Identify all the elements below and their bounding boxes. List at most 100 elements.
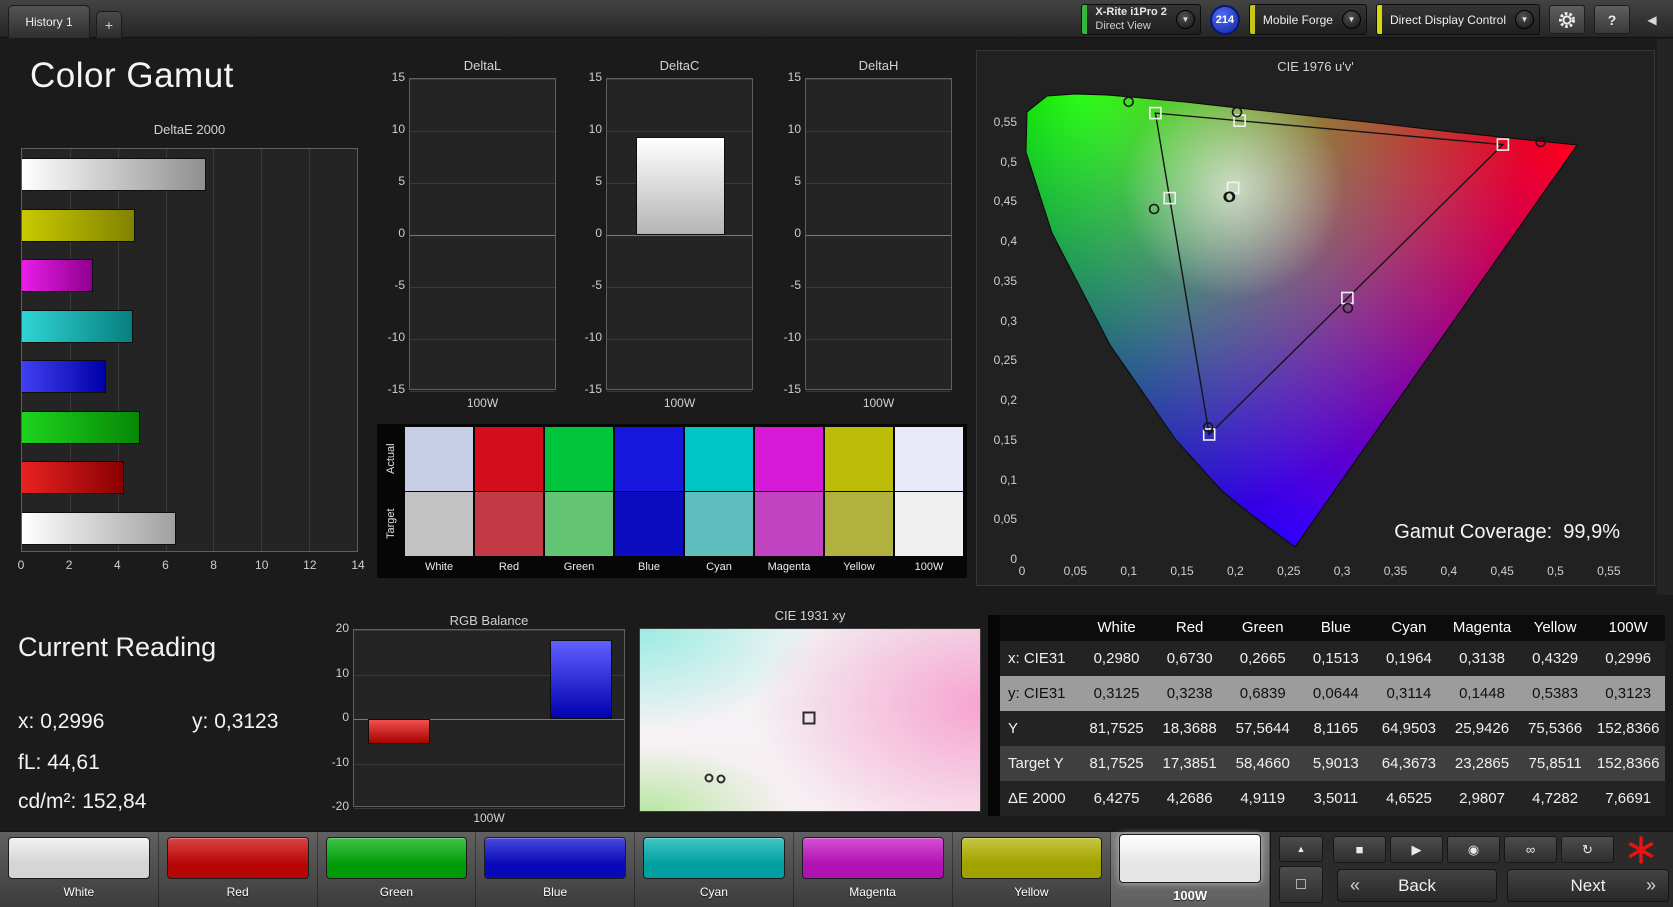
table-row[interactable]: Y 81,7525 18,3688 57,5644 8,1165 64,9503 25,94…: [1000, 711, 1665, 746]
grid-line: [261, 149, 263, 551]
rgb-y-labels: 20 10 0 -10 -20: [322, 613, 349, 827]
next-label: Next: [1570, 875, 1606, 895]
meter-dropdown-button[interactable]: ▼: [1175, 10, 1195, 29]
source-dropdown-button[interactable]: ▼: [1341, 10, 1361, 29]
table-cell: 0,6730: [1166, 650, 1213, 667]
collapse-bottom-panel-button[interactable]: ▲: [1279, 836, 1323, 862]
y-tick-label: 15: [588, 70, 602, 84]
table-row[interactable]: y: CIE31 0,3125 0,3238 0,6839 0,0644 0,3114 0,…: [1000, 676, 1665, 711]
meter-selector[interactable]: X-Rite i1Pro 2 Direct View ▼: [1081, 4, 1201, 35]
measure-button[interactable]: ◉: [1447, 836, 1500, 863]
patch-button-100w[interactable]: 100W: [1111, 832, 1270, 907]
bottom-controls: ▲ □ « Back Next » ■ ▶ ◉ ∞ ↻: [1270, 832, 1673, 907]
delta-bar: [636, 137, 725, 235]
color-patch: [801, 837, 944, 879]
grid-line: [607, 131, 752, 132]
grid-line: [806, 235, 951, 236]
help-button[interactable]: ?: [1594, 5, 1630, 34]
y-tick-label: 20: [335, 621, 349, 635]
reset-icon: ↻: [1582, 841, 1593, 857]
alert-indicator[interactable]: [1623, 833, 1659, 867]
table-cell: 64,3673: [1381, 755, 1437, 772]
x-tick-label: 0,2: [1227, 564, 1244, 578]
patch-button-white[interactable]: White: [0, 832, 159, 907]
reading-cd-value: 152,84: [82, 790, 147, 813]
target-swatch-white: [405, 492, 473, 556]
patch-button-green[interactable]: Green: [318, 832, 477, 907]
x-tick-label: 0: [17, 558, 25, 572]
grid-line: [410, 131, 555, 132]
chart-title: CIE 1931 xy: [774, 608, 846, 623]
display-control-label: Direct Display Control: [1389, 12, 1506, 27]
row-label: Target Y: [1008, 755, 1064, 772]
table-cell: 81,7525: [1089, 720, 1144, 737]
table-row[interactable]: x: CIE31 0,2980 0,6730 0,2665 0,1513 0,1964 0,…: [1000, 641, 1665, 676]
tab-history-1[interactable]: History 1: [8, 5, 90, 38]
chevron-down-icon: ▼: [1181, 15, 1190, 24]
color-patch: [8, 837, 150, 879]
next-chevron-icon: »: [1645, 875, 1656, 895]
color-patch: [960, 837, 1103, 879]
column-header-red: Red: [1175, 619, 1204, 636]
delta-e-bar-white: [22, 511, 176, 545]
target-swatch-blue: [615, 492, 683, 556]
table-cell: 3,5011: [1313, 790, 1359, 807]
x-tick-label: 6: [162, 558, 169, 572]
swatch-strip: Actual Target White Red Green Blue Cyan Magenta…: [377, 424, 967, 578]
target-swatch-magenta: [755, 492, 823, 556]
color-patch: [325, 837, 468, 879]
back-chevron-icon: «: [1350, 875, 1361, 895]
play-button[interactable]: ▶: [1390, 836, 1443, 863]
meter-mode: Direct View: [1095, 19, 1151, 32]
x-tick-label: 12: [303, 558, 317, 572]
continuous-button[interactable]: ∞: [1504, 836, 1557, 863]
x-tick-label: 0,5: [1547, 564, 1564, 578]
color-patch: [166, 837, 309, 879]
patch-label: Yellow: [1014, 885, 1049, 899]
table-cell: 23,2865: [1454, 755, 1510, 772]
target-marker: [802, 711, 816, 725]
table-cell: 0,6839: [1239, 685, 1286, 702]
stop-button[interactable]: ■: [1333, 836, 1386, 863]
actual-swatch-100w: [895, 427, 963, 491]
rgb-plot: [353, 629, 625, 809]
display-control-selector[interactable]: Direct Display Control ▼: [1375, 4, 1540, 35]
table-row[interactable]: ΔE 2000 6,4275 4,2686 4,9119 3,5011 4,6525 2,9…: [1000, 781, 1665, 816]
y-tick-label: 0,1: [1000, 472, 1017, 487]
delta-e-bar-red: [22, 461, 125, 494]
y-axis-labels: 15 10 5 0 -5 -10 -15: [373, 58, 405, 410]
target-swatch-yellow: [825, 492, 893, 556]
table-cell: 8,1165: [1313, 720, 1359, 737]
table-cell: 6,4275: [1093, 790, 1140, 807]
patch-button-cyan[interactable]: Cyan: [635, 832, 794, 907]
back-button[interactable]: « Back: [1337, 869, 1497, 902]
patch-button-magenta[interactable]: Magenta: [794, 832, 953, 907]
grid-line: [410, 79, 555, 80]
current-reading-panel: Current Reading x: 0,2996 y: 0,3123 fL: …: [18, 632, 358, 822]
source-selector[interactable]: Mobile Forge ▼: [1248, 4, 1367, 35]
chart-title: CIE 1976 u'v': [1277, 59, 1354, 74]
y-tick-label: 0,55: [993, 115, 1017, 130]
patch-button-blue[interactable]: Blue: [476, 832, 635, 907]
reset-button[interactable]: ↻: [1561, 836, 1614, 863]
grid-line: [806, 131, 951, 132]
patch-button-red[interactable]: Red: [159, 832, 318, 907]
table-cell: 0,2980: [1093, 650, 1140, 667]
collapse-panel-button[interactable]: ◀: [1639, 5, 1665, 34]
table-cell: 0,5383: [1532, 685, 1579, 702]
settings-button[interactable]: [1549, 5, 1585, 34]
rgb-bar-blue: [549, 639, 612, 719]
pattern-window-button[interactable]: □: [1279, 866, 1323, 903]
display-dropdown-button[interactable]: ▼: [1515, 10, 1534, 29]
next-button[interactable]: Next »: [1507, 869, 1669, 902]
collapse-left-icon: ◀: [1647, 12, 1657, 27]
table-row[interactable]: Target Y 81,7525 17,3851 58,4660 5,9013 64,36…: [1000, 746, 1665, 781]
y-tick-label: 0,5: [1000, 154, 1017, 169]
patch-button-yellow[interactable]: Yellow: [953, 832, 1112, 907]
add-tab-button[interactable]: +: [96, 11, 122, 38]
grid-line: [410, 287, 555, 288]
data-table: White Red Green Blue Cyan Magenta Yellow 100W x:…: [1000, 615, 1665, 816]
reading-x-label: x:: [18, 710, 35, 733]
table-cell: 18,3688: [1162, 720, 1217, 737]
rgb-balance-chart: RGB Balance 20 10 0 -10 -20 100W: [322, 613, 632, 833]
